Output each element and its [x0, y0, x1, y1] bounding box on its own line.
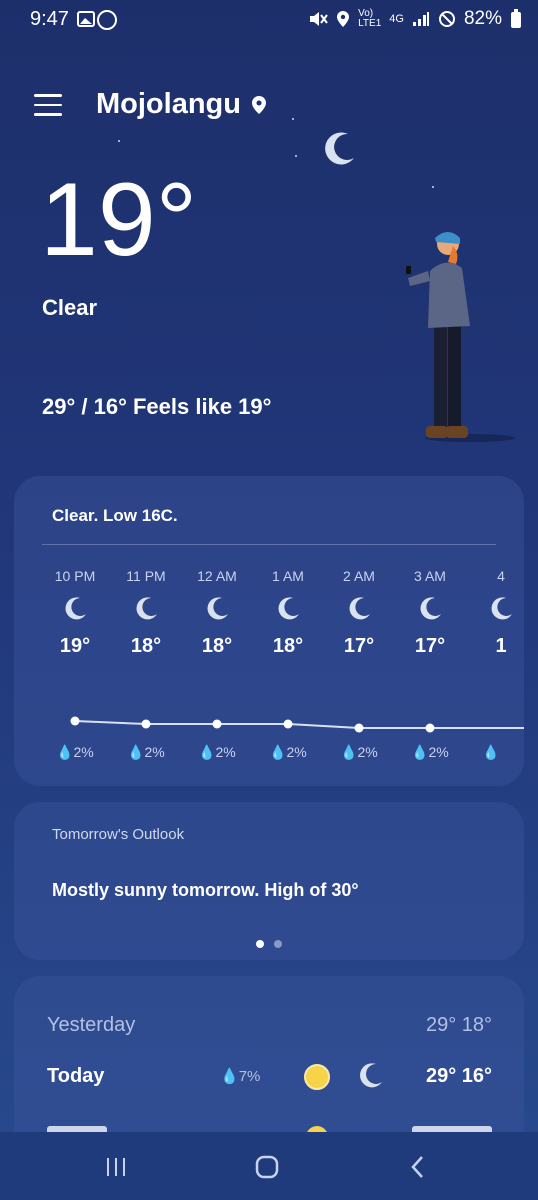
hi-lo-feels-like: 29° / 16° Feels like 19° — [42, 394, 272, 419]
hourly-item[interactable]: 12 AM 18° — [184, 568, 250, 658]
moon-icon — [136, 597, 157, 620]
hour-time: 11 PM — [126, 568, 166, 584]
moon-icon — [207, 597, 228, 620]
hourly-item[interactable]: 11 PM 18° — [113, 568, 179, 658]
star — [292, 118, 294, 120]
star — [295, 155, 297, 157]
precip-2: 💧2% — [198, 744, 236, 760]
home-icon[interactable] — [254, 1154, 280, 1180]
trend-point — [425, 723, 435, 733]
current-temperature: 19° — [40, 162, 198, 278]
tomorrow-outlook-card[interactable]: Tomorrow's Outlook Mostly sunny tomorrow… — [14, 802, 524, 960]
sun-icon — [304, 1064, 330, 1090]
page-indicator-active[interactable] — [256, 940, 264, 948]
network-type: 4G — [389, 13, 404, 25]
hourly-forecast-card[interactable]: Clear. Low 16C. 10 PM 19° 11 PM 18° 12 A… — [14, 476, 524, 786]
hour-temp: 1 — [495, 635, 507, 657]
precip-4: 💧2% — [340, 744, 378, 760]
hourly-summary: Clear. Low 16C. — [52, 506, 178, 525]
person-illustration — [406, 232, 515, 442]
trend-point — [354, 723, 364, 733]
daily-forecast-card[interactable]: Yesterday 29° 18° Today 💧7% 29° 16° — [14, 976, 524, 1156]
moon-icon — [349, 597, 370, 620]
trend-point — [283, 719, 293, 729]
moon-icon — [278, 597, 299, 620]
status-time: 9:47 — [30, 8, 69, 30]
trend-point — [141, 719, 151, 729]
moon-icon — [491, 597, 512, 620]
hourly-item[interactable]: 10 PM 19° — [42, 568, 108, 658]
whatsapp-icon — [96, 9, 118, 36]
volte-icon: Vo) LTE1 — [358, 8, 382, 29]
precip-5: 💧2% — [411, 744, 449, 760]
hourly-item[interactable]: 4 1 — [468, 568, 524, 658]
hour-time: 12 AM — [197, 568, 237, 584]
yesterday-temps: 29° 18° — [425, 1014, 492, 1036]
hourly-item[interactable]: 1 AM 18° — [255, 568, 321, 658]
location-name: Mojolangu — [96, 88, 241, 120]
hourly-item[interactable]: 2 AM 17° — [326, 568, 392, 658]
hour-time: 1 AM — [272, 568, 304, 584]
precip-3: 💧2% — [269, 744, 307, 760]
temperature-trend-line — [70, 716, 524, 733]
back-icon[interactable] — [408, 1154, 428, 1180]
location-icon — [337, 11, 350, 27]
trend-point — [70, 716, 80, 726]
hour-temp: 19° — [59, 635, 91, 657]
divider — [42, 544, 496, 545]
precip-6: 💧 — [482, 744, 500, 760]
hour-temp: 18° — [272, 635, 304, 657]
hour-time: 2 AM — [343, 568, 375, 584]
battery-icon — [511, 9, 521, 28]
recent-apps-icon[interactable] — [104, 1156, 128, 1178]
hour-temp: 17° — [414, 635, 446, 657]
yesterday-label: Yesterday — [47, 1014, 136, 1036]
moon-icon — [325, 132, 354, 165]
hour-temp: 18° — [130, 635, 162, 657]
hourly-item[interactable]: 3 AM 17° — [397, 568, 463, 658]
battery-percent: 82% — [463, 8, 502, 29]
moon-icon — [420, 597, 441, 620]
star — [118, 140, 120, 142]
trend-point — [212, 719, 222, 729]
location-title[interactable]: Mojolangu — [96, 88, 267, 121]
system-navigation-bar — [0, 1132, 538, 1200]
precip-1: 💧2% — [127, 744, 165, 760]
star — [432, 186, 434, 188]
signal-icon — [412, 12, 429, 26]
current-condition: Clear — [42, 295, 98, 320]
hour-time: 3 AM — [414, 568, 446, 584]
location-pin-icon — [251, 95, 266, 114]
outlook-text: Mostly sunny tomorrow. High of 30° — [52, 880, 359, 900]
status-bar: 9:47 Vo) LTE1 4G 82% — [0, 0, 538, 40]
hour-time: 10 PM — [54, 568, 96, 584]
moon-icon — [360, 1063, 382, 1088]
menu-button[interactable] — [34, 94, 62, 116]
today-temps: 29° 16° — [425, 1065, 492, 1087]
page-indicator[interactable] — [274, 940, 282, 948]
moon-icon — [65, 597, 86, 620]
today-precip: 💧7% — [220, 1068, 261, 1085]
hour-time: 4 — [497, 568, 505, 584]
precip-0: 💧2% — [56, 744, 94, 760]
hour-temp: 17° — [343, 635, 375, 657]
today-label: Today — [47, 1065, 105, 1087]
mute-icon — [310, 12, 328, 26]
no-disturb-icon — [438, 11, 455, 27]
outlook-title: Tomorrow's Outlook — [52, 826, 185, 843]
status-right: Vo) LTE1 4G 82% — [308, 8, 522, 30]
hour-temp: 18° — [201, 635, 233, 657]
